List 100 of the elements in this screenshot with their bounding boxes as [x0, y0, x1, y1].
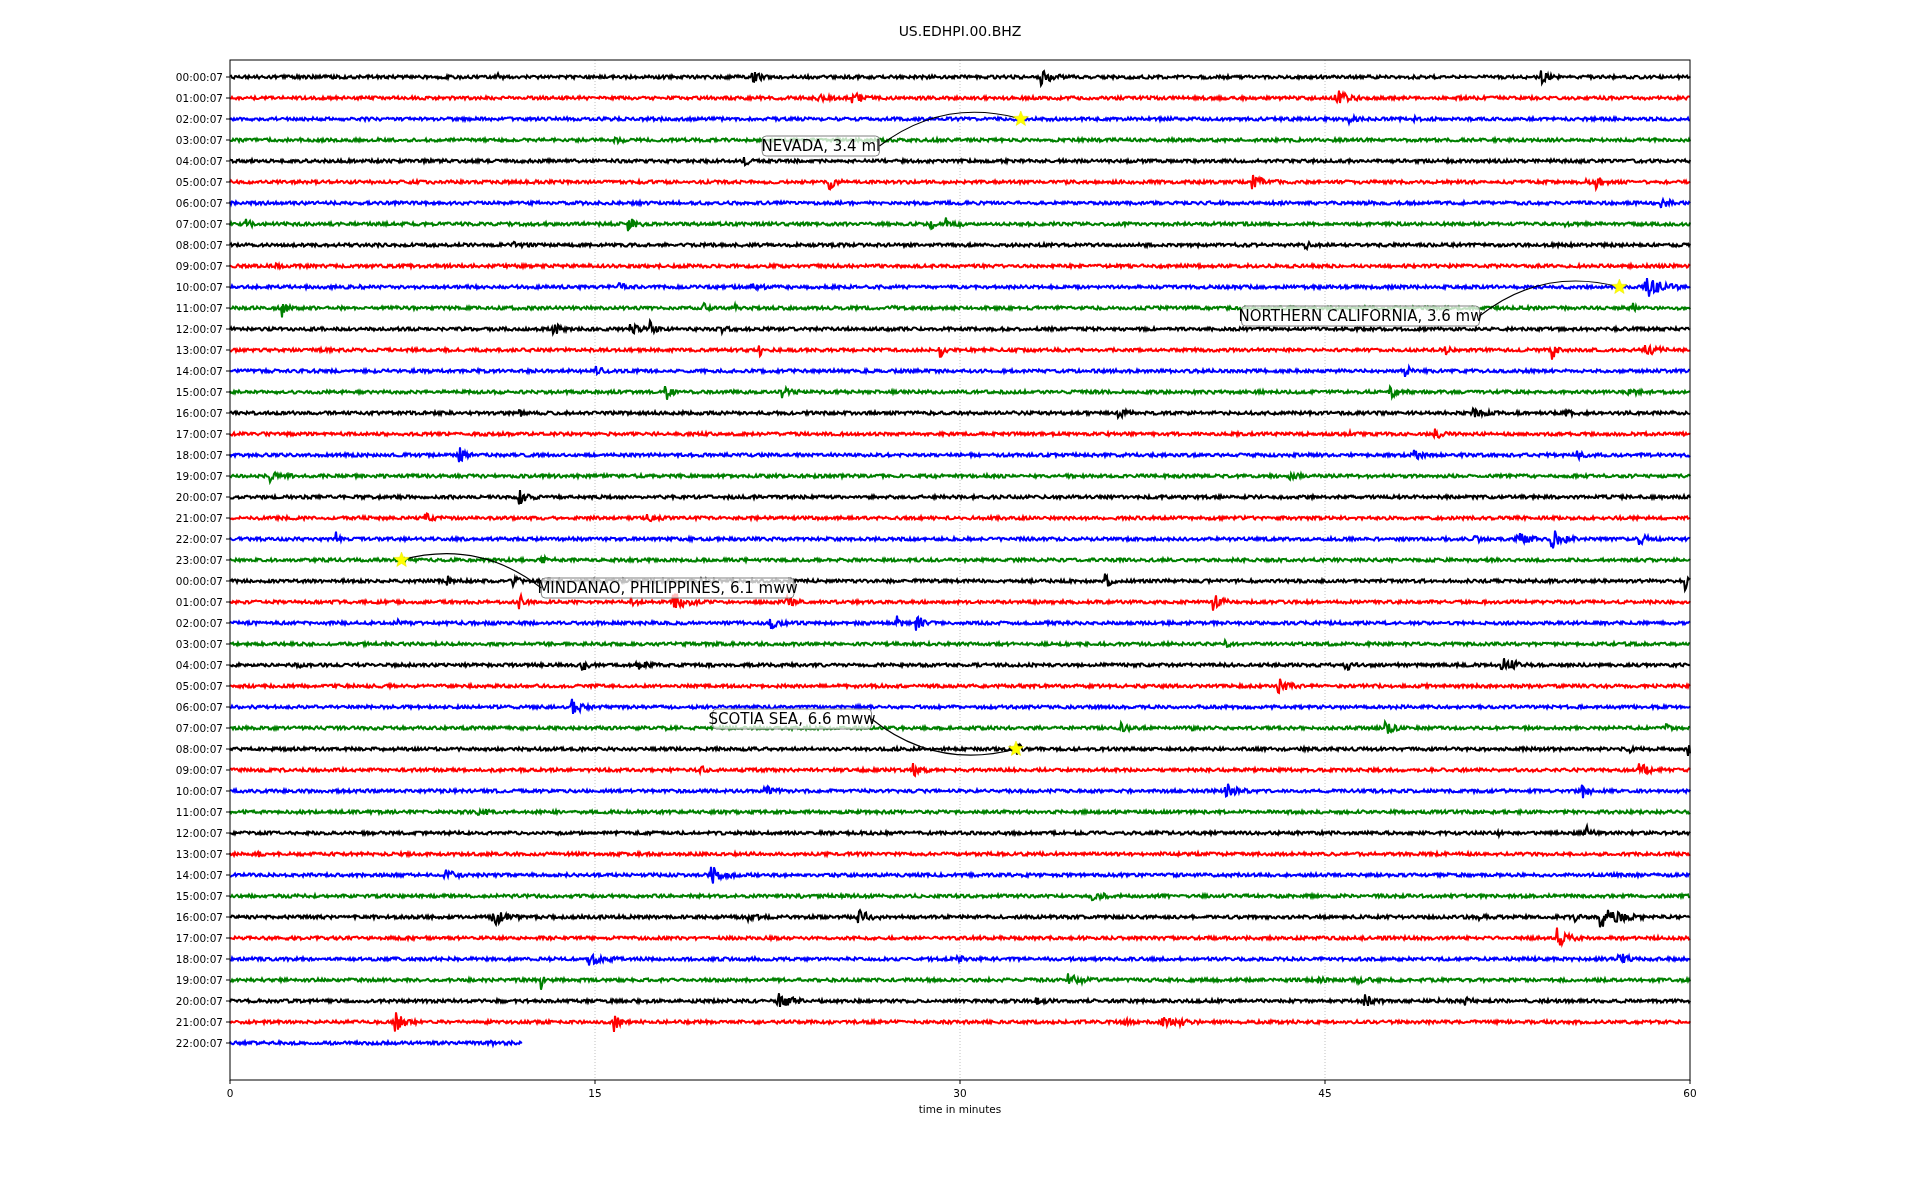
- y-tick-label: 11:00:07: [175, 806, 223, 818]
- tick-mark: [225, 958, 231, 960]
- tick-mark: [225, 517, 231, 519]
- tick-mark: [225, 475, 231, 477]
- event-label: MINDANAO, PHILIPPINES, 6.1 mww: [537, 577, 798, 599]
- y-tick-label: 01:00:07: [175, 596, 223, 608]
- tick-mark: [225, 349, 231, 351]
- y-tick-label: 12:00:07: [175, 827, 223, 839]
- tick-mark: [225, 790, 231, 792]
- tick-mark: [225, 538, 231, 540]
- y-tick-label: 16:00:07: [175, 407, 223, 419]
- y-tick-label: 19:00:07: [175, 974, 223, 986]
- y-tick-label: 04:00:07: [175, 659, 223, 671]
- tick-mark: [225, 895, 231, 897]
- tick-mark: [225, 433, 231, 435]
- x-tick-label: 0: [226, 1087, 234, 1099]
- tick-mark: [225, 223, 231, 225]
- event-star: [1012, 110, 1029, 126]
- tick-mark: [225, 979, 231, 981]
- tick-mark: [225, 496, 231, 498]
- y-tick-label: 13:00:07: [175, 848, 223, 860]
- y-tick-label: 22:00:07: [175, 1037, 223, 1049]
- y-tick-label: 04:00:07: [175, 155, 223, 167]
- y-tick-label: 07:00:07: [175, 218, 223, 230]
- y-tick-label: 08:00:07: [175, 239, 223, 251]
- event-star: [1008, 740, 1024, 756]
- tick-mark: [225, 622, 231, 624]
- tick-mark: [225, 580, 231, 582]
- y-tick-label: 22:00:07: [175, 533, 223, 545]
- y-tick-label: 18:00:07: [175, 449, 223, 461]
- y-tick-label: 09:00:07: [175, 260, 223, 272]
- y-tick-label: 01:00:07: [175, 92, 223, 104]
- y-tick-label: 05:00:07: [175, 680, 223, 692]
- tick-mark: [1324, 1079, 1326, 1085]
- tick-mark: [225, 412, 231, 414]
- y-tick-label: 06:00:07: [175, 197, 223, 209]
- tick-mark: [225, 202, 231, 204]
- event-label: SCOTIA SEA, 6.6 mww: [708, 708, 876, 730]
- y-tick-label: 20:00:07: [175, 995, 223, 1007]
- tick-mark: [225, 727, 231, 729]
- event-label: NORTHERN CALIFORNIA, 3.6 mw: [1238, 305, 1483, 327]
- y-tick-label: 02:00:07: [175, 113, 223, 125]
- y-tick-label: 00:00:07: [175, 575, 223, 587]
- tick-mark: [225, 391, 231, 393]
- tick-mark: [225, 874, 231, 876]
- y-tick-label: 07:00:07: [175, 722, 223, 734]
- tick-mark: [225, 664, 231, 666]
- tick-mark: [225, 265, 231, 267]
- tick-mark: [594, 1079, 596, 1085]
- tick-mark: [225, 244, 231, 246]
- y-tick-label: 13:00:07: [175, 344, 223, 356]
- y-tick-label: 05:00:07: [175, 176, 223, 188]
- x-tick-label: 60: [1683, 1087, 1697, 1099]
- tick-mark: [225, 370, 231, 372]
- tick-mark: [225, 160, 231, 162]
- y-tick-label: 03:00:07: [175, 134, 223, 146]
- tick-mark: [225, 685, 231, 687]
- tick-mark: [225, 1042, 231, 1044]
- y-tick-label: 00:00:07: [175, 71, 223, 83]
- tick-mark: [225, 559, 231, 561]
- tick-mark: [225, 1000, 231, 1002]
- tick-mark: [225, 97, 231, 99]
- x-tick-label: 45: [1318, 1087, 1332, 1099]
- tick-mark: [229, 1079, 231, 1085]
- tick-mark: [225, 748, 231, 750]
- y-tick-label: 23:00:07: [175, 554, 223, 566]
- y-tick-label: 09:00:07: [175, 764, 223, 776]
- tick-mark: [225, 643, 231, 645]
- y-tick-label: 15:00:07: [175, 386, 223, 398]
- tick-mark: [225, 601, 231, 603]
- x-tick-label: 30: [953, 1087, 967, 1099]
- y-tick-label: 16:00:07: [175, 911, 223, 923]
- y-tick-label: 17:00:07: [175, 932, 223, 944]
- tick-mark: [225, 118, 231, 120]
- tick-mark: [225, 937, 231, 939]
- tick-mark: [225, 286, 231, 288]
- y-tick-label: 06:00:07: [175, 701, 223, 713]
- tick-mark: [225, 139, 231, 141]
- y-tick-label: 12:00:07: [175, 323, 223, 335]
- y-tick-label: 21:00:07: [175, 512, 223, 524]
- tick-mark: [225, 916, 231, 918]
- y-tick-label: 20:00:07: [175, 491, 223, 503]
- axis-label: time in minutes: [918, 1103, 1002, 1115]
- tick-mark: [225, 307, 231, 309]
- chart-title: US.EDHPI.00.BHZ: [898, 23, 1022, 39]
- y-tick-label: 02:00:07: [175, 617, 223, 629]
- tick-mark: [225, 832, 231, 834]
- event-star: [393, 551, 410, 567]
- tick-mark: [225, 76, 231, 78]
- tick-mark: [225, 811, 231, 813]
- y-tick-label: 21:00:07: [175, 1016, 223, 1028]
- tick-mark: [225, 328, 231, 330]
- tick-mark: [225, 454, 231, 456]
- tick-mark: [959, 1079, 961, 1085]
- tick-mark: [225, 706, 231, 708]
- y-tick-label: 14:00:07: [175, 365, 223, 377]
- y-tick-label: 19:00:07: [175, 470, 223, 482]
- tick-mark: [225, 1021, 231, 1023]
- y-tick-label: 14:00:07: [175, 869, 223, 881]
- tick-mark: [225, 181, 231, 183]
